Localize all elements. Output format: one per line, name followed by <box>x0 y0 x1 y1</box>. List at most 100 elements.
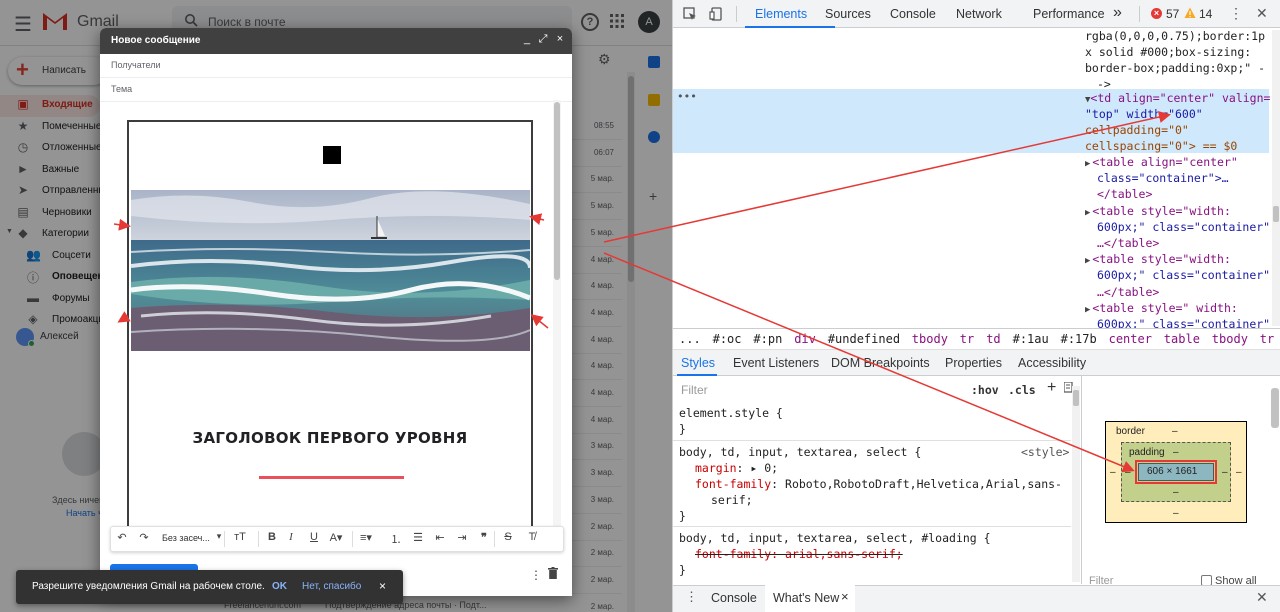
drawer-menu-icon[interactable]: ⋮ <box>685 589 698 605</box>
keep-icon[interactable] <box>648 94 660 106</box>
italic-icon[interactable]: I <box>283 531 299 543</box>
gmail-logo-icon[interactable] <box>42 10 68 32</box>
email-template-body[interactable]: ЗАГОЛОВОК ПЕРВОГО УРОВНЯ <box>127 120 533 540</box>
error-count[interactable]: 57 <box>1166 7 1179 21</box>
expand-triangle-icon[interactable]: ▶ <box>1085 305 1090 315</box>
subtab-event-listeners[interactable]: Event Listeners <box>733 356 819 370</box>
subtab-styles[interactable]: Styles <box>681 356 715 370</box>
message-date[interactable]: 2 мар. <box>574 575 614 584</box>
breadcrumb-item[interactable]: #:pn <box>753 332 782 346</box>
message-date[interactable]: 4 мар. <box>574 361 614 370</box>
rule-selector[interactable]: element.style { <box>679 405 783 421</box>
breadcrumb-item[interactable]: div <box>794 332 816 346</box>
message-date[interactable]: 5 мар. <box>574 228 614 237</box>
search-icon[interactable] <box>184 13 198 27</box>
main-menu-icon[interactable]: ☰ <box>14 12 32 37</box>
dom-line[interactable]: x solid #000;box-sizing: <box>1085 44 1251 60</box>
message-date[interactable]: 4 мар. <box>574 335 614 344</box>
warning-count[interactable]: 14 <box>1199 7 1212 21</box>
strikethrough-icon[interactable]: S <box>500 531 516 543</box>
box-model-scrollbar[interactable] <box>1271 388 1279 428</box>
numbered-list-icon[interactable]: ⒈ <box>388 531 404 547</box>
dom-tree-scrollbar-thumb[interactable] <box>1273 206 1279 222</box>
breadcrumb-item[interactable]: tr <box>1260 332 1274 346</box>
styles-scrollbar-thumb[interactable] <box>1073 390 1079 406</box>
message-date[interactable]: 5 мар. <box>574 174 614 183</box>
text-color-icon[interactable]: A▾ <box>328 531 344 544</box>
message-date[interactable]: 4 мар. <box>574 415 614 424</box>
devtools-close-icon[interactable]: ✕ <box>1256 5 1268 22</box>
category-expand-icon[interactable]: ▼ <box>6 228 13 235</box>
undo-icon[interactable]: ↶ <box>114 531 130 544</box>
dom-child-line[interactable]: …</table> <box>1097 235 1159 251</box>
subtab-properties[interactable]: Properties <box>945 356 1002 370</box>
calendar-icon[interactable] <box>648 56 660 68</box>
inbox-scrollbar-thumb[interactable] <box>628 76 634 282</box>
bulleted-list-icon[interactable]: ☰ <box>410 531 426 544</box>
message-date[interactable]: 2 мар. <box>574 548 614 557</box>
message-date[interactable]: 4 мар. <box>574 308 614 317</box>
dom-child-line[interactable]: 600px;" class="container" <box>1097 219 1270 235</box>
bold-icon[interactable]: B <box>264 531 280 543</box>
breadcrumb-item[interactable]: center <box>1109 332 1152 346</box>
snackbar-ok-button[interactable]: OK <box>272 581 287 592</box>
dom-child-line[interactable]: </table> <box>1097 186 1152 202</box>
snackbar-no-thanks-button[interactable]: Нет, спасибо <box>302 581 361 592</box>
hover-state-toggle[interactable]: :hov <box>971 383 999 397</box>
subject-field[interactable] <box>100 78 572 102</box>
account-avatar[interactable]: A <box>638 11 660 33</box>
trash-icon[interactable] <box>548 567 558 579</box>
redo-icon[interactable]: ↷ <box>136 531 152 544</box>
dom-child-line[interactable]: …</table> <box>1097 284 1159 300</box>
subtab-accessibility[interactable]: Accessibility <box>1018 356 1086 370</box>
rule-selector[interactable]: body, td, input, textarea, select { <box>679 444 921 460</box>
settings-gear-icon[interactable]: ⚙ <box>598 51 611 68</box>
breadcrumb-item[interactable]: ... <box>679 332 701 346</box>
breadcrumb-item[interactable]: td <box>986 332 1000 346</box>
recipients-field[interactable] <box>100 54 572 78</box>
message-date[interactable]: 3 мар. <box>574 441 614 450</box>
dom-tree-scrollbar[interactable] <box>1272 30 1280 326</box>
breadcrumb-item[interactable]: #:oc <box>713 332 742 346</box>
drawer-close-icon[interactable]: ✕ <box>1256 589 1268 606</box>
help-icon[interactable]: ? <box>581 13 599 31</box>
close-compose-icon[interactable]: × <box>553 33 567 45</box>
devtools-menu-icon[interactable]: ⋮ <box>1229 5 1243 22</box>
subtab-dom-breakpoints[interactable]: DOM Breakpoints <box>831 356 930 370</box>
tab-network[interactable]: Network <box>956 7 1002 21</box>
message-date[interactable]: 08:55 <box>574 121 614 130</box>
apps-grid-icon[interactable] <box>610 14 624 28</box>
message-date[interactable]: 2 мар. <box>574 522 614 531</box>
breadcrumb-item[interactable]: #:17b <box>1061 332 1097 346</box>
hangouts-user-name[interactable]: Алексей <box>40 331 79 342</box>
box-model-padding-value[interactable]: – <box>1173 447 1179 458</box>
rule-selector[interactable]: body, td, input, textarea, select, #load… <box>679 530 991 546</box>
style-property-margin[interactable]: margin: ▸ 0; <box>695 460 778 476</box>
dom-line[interactable]: rgba(0,0,0,0.75);border:1p <box>1085 28 1265 44</box>
indent-less-icon[interactable]: ⇤ <box>432 531 448 544</box>
tab-sources[interactable]: Sources <box>825 7 871 21</box>
dom-child-line[interactable]: class="container">… <box>1097 170 1229 186</box>
breadcrumb-item[interactable]: tbody <box>1212 332 1248 346</box>
message-date[interactable]: 5 мар. <box>574 201 614 210</box>
inspect-element-icon[interactable] <box>683 7 697 21</box>
drawer-tab-console[interactable]: Console <box>711 591 757 605</box>
message-date[interactable]: 4 мар. <box>574 281 614 290</box>
text-size-icon[interactable]: ᴛT <box>232 531 248 543</box>
tab-elements[interactable]: Elements <box>755 7 807 21</box>
minimize-icon[interactable]: _ <box>520 33 534 45</box>
add-addon-icon[interactable]: + <box>649 188 657 204</box>
breadcrumb-item[interactable]: #:1au <box>1013 332 1049 346</box>
indent-more-icon[interactable]: ⇥ <box>454 531 470 544</box>
dom-selected-line-3[interactable]: cellpadding="0" <box>1085 122 1189 138</box>
message-date[interactable]: 4 мар. <box>574 388 614 397</box>
dom-child-line[interactable]: 600px;" class="container" <box>1097 316 1270 328</box>
breadcrumb-item[interactable]: table <box>1164 332 1200 346</box>
expand-triangle-icon[interactable]: ▶ <box>1085 159 1090 169</box>
more-tabs-icon[interactable]: » <box>1113 4 1122 22</box>
class-toggle[interactable]: .cls <box>1008 383 1036 397</box>
rule-source-link[interactable]: <style> <box>1021 444 1069 460</box>
message-date[interactable]: 3 мар. <box>574 495 614 504</box>
expand-icon[interactable]: ⤢ <box>536 33 550 46</box>
compose-body-scrollbar-thumb[interactable] <box>554 102 560 280</box>
